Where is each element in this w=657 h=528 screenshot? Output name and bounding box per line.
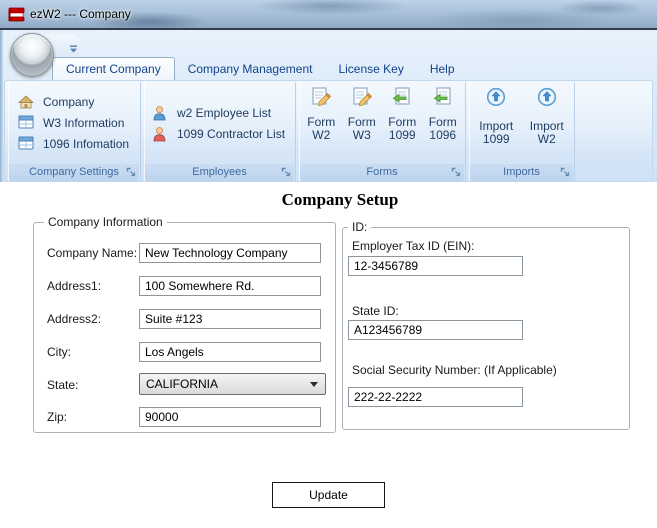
form-return-icon (391, 86, 413, 108)
ein-label: Employer Tax ID (EIN): (352, 239, 475, 253)
titlebar[interactable]: ezW2 --- Company (0, 0, 657, 30)
form-grid-icon (18, 115, 34, 131)
address1-label: Address1: (47, 279, 102, 293)
chevron-down-icon (310, 382, 318, 387)
app-icon (8, 7, 26, 23)
state-id-input[interactable] (348, 320, 523, 340)
company-information-groupbox: Company Information Company Name: Addres… (33, 215, 336, 433)
group-caption-label: Company Settings (29, 166, 119, 178)
ribbon-button-form-1096[interactable]: Form 1096 (429, 86, 457, 142)
ribbon-group-employees: w2 Employee List 1099 Contractor List Em… (144, 82, 296, 181)
page-title: Company Setup (281, 190, 399, 209)
form-edit-icon (351, 86, 373, 108)
ribbon-item-label: Company (43, 94, 95, 109)
state-id-label: State ID: (352, 304, 399, 318)
person-blue-icon (152, 105, 168, 121)
dialog-launcher-icon[interactable] (126, 167, 137, 178)
button-label-line2: 1096 (429, 128, 457, 142)
ribbon-button-import-1099[interactable]: Import 1099 (479, 86, 513, 146)
ribbon-button-form-w3[interactable]: Form W3 (348, 86, 376, 142)
ribbon-group-imports: Import 1099 Import W2 Imports (469, 82, 575, 181)
state-dropdown[interactable]: CALIFORNIA (139, 373, 326, 395)
button-label-line2: W2 (537, 132, 556, 146)
group-caption-label: Forms (366, 166, 398, 178)
ribbon: Current Company Company Management Licen… (0, 30, 657, 182)
tab-current-company[interactable]: Current Company (52, 57, 175, 80)
zip-label: Zip: (47, 410, 68, 424)
house-icon (18, 94, 34, 110)
ribbon-item-label: W3 Information (43, 115, 125, 130)
groupbox-legend: ID: (348, 220, 372, 234)
ribbon-item-label: 1099 Contractor List (177, 126, 286, 141)
import-icon (486, 86, 506, 108)
person-red-icon (152, 126, 168, 142)
address1-input[interactable] (139, 276, 321, 296)
tab-company-management[interactable]: Company Management (175, 57, 326, 80)
form-return-icon (432, 86, 454, 108)
button-label-line2: W2 (312, 128, 331, 142)
update-button[interactable]: Update (272, 482, 385, 508)
ssn-input[interactable] (348, 387, 523, 407)
ribbon-item-w2-employee-list[interactable]: w2 Employee List (144, 102, 295, 123)
group-caption-company-settings: Company Settings (9, 164, 139, 181)
ribbon-item-1096-information[interactable]: 1096 Infomation (8, 133, 140, 154)
groupbox-legend: Company Information (44, 215, 167, 229)
group-caption-imports: Imports (470, 164, 573, 181)
ribbon-group-forms: Form W2 Form W3 Form 1099 Form 1096 Form… (299, 82, 466, 181)
address2-input[interactable] (139, 309, 321, 329)
button-label-line2: 1099 (482, 132, 510, 146)
ribbon-button-import-w2[interactable]: Import W2 (530, 86, 564, 146)
group-caption-forms: Forms (300, 164, 464, 181)
form-edit-icon (310, 86, 332, 108)
state-label: State: (47, 378, 79, 392)
state-dropdown-value: CALIFORNIA (146, 377, 219, 391)
import-icon (537, 86, 557, 108)
ribbon-group-company-settings: Company W3 Information 1096 Infomation C… (8, 82, 141, 181)
city-input[interactable] (139, 342, 321, 362)
address2-label: Address2: (47, 312, 102, 326)
group-caption-label: Imports (503, 166, 540, 178)
dialog-launcher-icon[interactable] (560, 167, 571, 178)
quick-access-dropdown-icon[interactable] (69, 41, 78, 53)
ribbon-item-label: 1096 Infomation (43, 136, 130, 151)
application-menu-button[interactable] (10, 33, 54, 77)
ribbon-item-1099-contractor-list[interactable]: 1099 Contractor List (144, 123, 295, 144)
group-caption-label: Employees (192, 166, 247, 178)
button-label-line2: 1099 (388, 128, 416, 142)
group-caption-employees: Employees (145, 164, 294, 181)
tab-license-key[interactable]: License Key (325, 57, 416, 80)
zip-input[interactable] (139, 407, 321, 427)
main-content: Company Setup Company Information Compan… (0, 182, 657, 528)
ssn-label: Social Security Number: (If Applicable) (352, 363, 557, 377)
ribbon-item-w3-information[interactable]: W3 Information (8, 112, 140, 133)
window-title: ezW2 --- Company (30, 7, 131, 21)
company-name-input[interactable] (139, 243, 321, 263)
city-label: City: (47, 345, 71, 359)
button-label-line2: W3 (352, 128, 371, 142)
dialog-launcher-icon[interactable] (281, 167, 292, 178)
id-groupbox: ID: Employer Tax ID (EIN): State ID: Soc… (342, 220, 630, 430)
ribbon-body: Company W3 Information 1096 Infomation C… (4, 80, 653, 182)
tab-help[interactable]: Help (417, 57, 468, 80)
dialog-launcher-icon[interactable] (451, 167, 462, 178)
ribbon-tabs: Current Company Company Management Licen… (52, 57, 468, 80)
app-window: ezW2 --- Company Current Company Company… (0, 0, 657, 528)
ribbon-item-company[interactable]: Company (8, 91, 140, 112)
company-name-label: Company Name: (47, 246, 138, 260)
ribbon-button-form-1099[interactable]: Form 1099 (388, 86, 416, 142)
ribbon-button-form-w2[interactable]: Form W2 (307, 86, 335, 142)
ein-input[interactable] (348, 256, 523, 276)
ribbon-item-label: w2 Employee List (177, 105, 272, 120)
form-grid-icon (18, 136, 34, 152)
